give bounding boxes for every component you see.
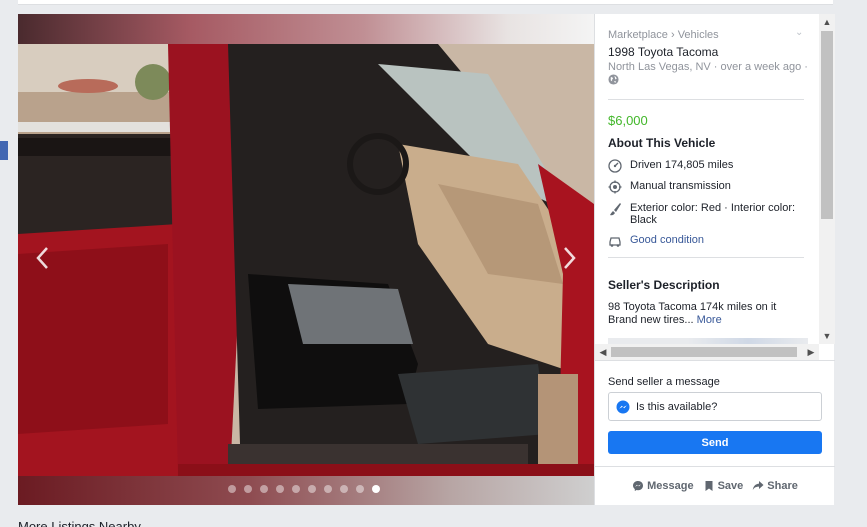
seller-description: 98 Toyota Tacoma 174k miles on it Brand … (608, 301, 808, 327)
description-heading: Seller's Description (608, 278, 720, 292)
scroll-left-icon[interactable]: ◀ (595, 344, 611, 360)
spec-mileage: Driven 174,805 miles (608, 159, 800, 173)
left-nav-tab[interactable] (0, 141, 8, 160)
share-button[interactable]: Share (752, 480, 798, 492)
vertical-scrollbar[interactable]: ▲ ▼ (819, 14, 835, 344)
horizontal-scrollbar[interactable]: ◀ ▶ (595, 344, 819, 360)
message-input[interactable]: Is this available? (608, 392, 822, 421)
divider (608, 257, 804, 258)
photo-dot[interactable] (308, 485, 316, 493)
spec-mileage-text: Driven 174,805 miles (630, 159, 734, 171)
listing-details-panel: Marketplace › Vehicles ⌄ 1998 Toyota Tac… (594, 14, 835, 505)
chevron-right-icon (564, 247, 576, 269)
photo-dot[interactable] (228, 485, 236, 493)
scrollbar-thumb[interactable] (611, 347, 797, 357)
truck-interior-illustration (18, 44, 594, 476)
photo-dot[interactable] (372, 485, 380, 493)
scroll-right-icon[interactable]: ▶ (803, 344, 819, 360)
truck-photo (18, 44, 594, 476)
message-seller-section: Send seller a message Is this available?… (595, 360, 835, 466)
seller-description-text: 98 Toyota Tacoma 174k miles on it Brand … (608, 301, 777, 326)
message-label: Send seller a message (608, 376, 720, 388)
photo-pagination (228, 485, 380, 493)
globe-icon (608, 74, 619, 85)
feed-card-edge (18, 0, 833, 5)
message-button-label: Message (647, 480, 694, 492)
spec-transmission: Manual transmission (608, 180, 800, 194)
listing-actions: Message Save Share (595, 466, 835, 505)
photo-dot[interactable] (244, 485, 252, 493)
messenger-icon (616, 400, 630, 413)
photo-dot[interactable] (356, 485, 364, 493)
about-heading: About This Vehicle (608, 136, 716, 150)
message-input-value: Is this available? (636, 400, 718, 413)
share-arrow-icon (753, 481, 764, 490)
transmission-icon (608, 180, 622, 194)
messenger-outline-icon (633, 481, 644, 491)
previous-photo-button[interactable] (30, 243, 54, 273)
breadcrumb[interactable]: Marketplace › Vehicles (608, 29, 719, 41)
photo-dot[interactable] (276, 485, 284, 493)
save-button-label: Save (717, 480, 744, 492)
spec-color: Exterior color: Red · Interior color: Bl… (608, 202, 800, 226)
more-listings-heading: More Listings Nearby (18, 519, 141, 527)
save-button[interactable]: Save (703, 480, 744, 492)
next-photo-button[interactable] (558, 243, 582, 273)
listing-price: $6,000 (608, 113, 648, 128)
share-button-label: Share (767, 480, 798, 492)
details-scroll-area: Marketplace › Vehicles ⌄ 1998 Toyota Tac… (595, 14, 820, 344)
chevron-down-icon[interactable]: ⌄ (795, 27, 803, 38)
send-button[interactable]: Send (608, 431, 822, 454)
photo-dot[interactable] (340, 485, 348, 493)
photo-dot[interactable] (292, 485, 300, 493)
speedometer-icon (608, 159, 622, 173)
listing-location: North Las Vegas, NV · over a week ago · (608, 61, 808, 73)
message-button[interactable]: Message (632, 480, 694, 492)
photo-blur-top (18, 14, 594, 44)
photo-dot[interactable] (260, 485, 268, 493)
bookmark-icon (705, 481, 713, 491)
listing-modal: Marketplace › Vehicles ⌄ 1998 Toyota Tac… (18, 14, 835, 505)
scrollbar-thumb[interactable] (821, 31, 833, 219)
photo-dot[interactable] (324, 485, 332, 493)
spec-transmission-text: Manual transmission (630, 180, 731, 192)
divider (608, 99, 804, 100)
spec-condition: Good condition (608, 234, 800, 248)
listing-title: 1998 Toyota Tacoma (608, 45, 719, 59)
scroll-up-icon[interactable]: ▲ (819, 14, 835, 30)
paint-brush-icon (610, 203, 621, 216)
chevron-left-icon (36, 247, 48, 269)
photo-viewer (18, 14, 594, 505)
spec-condition-text[interactable]: Good condition (630, 234, 800, 246)
scroll-down-icon[interactable]: ▼ (819, 328, 835, 344)
spec-color-text: Exterior color: Red · Interior color: Bl… (630, 202, 796, 226)
see-more-link[interactable]: More (697, 314, 722, 326)
car-icon (609, 237, 621, 247)
